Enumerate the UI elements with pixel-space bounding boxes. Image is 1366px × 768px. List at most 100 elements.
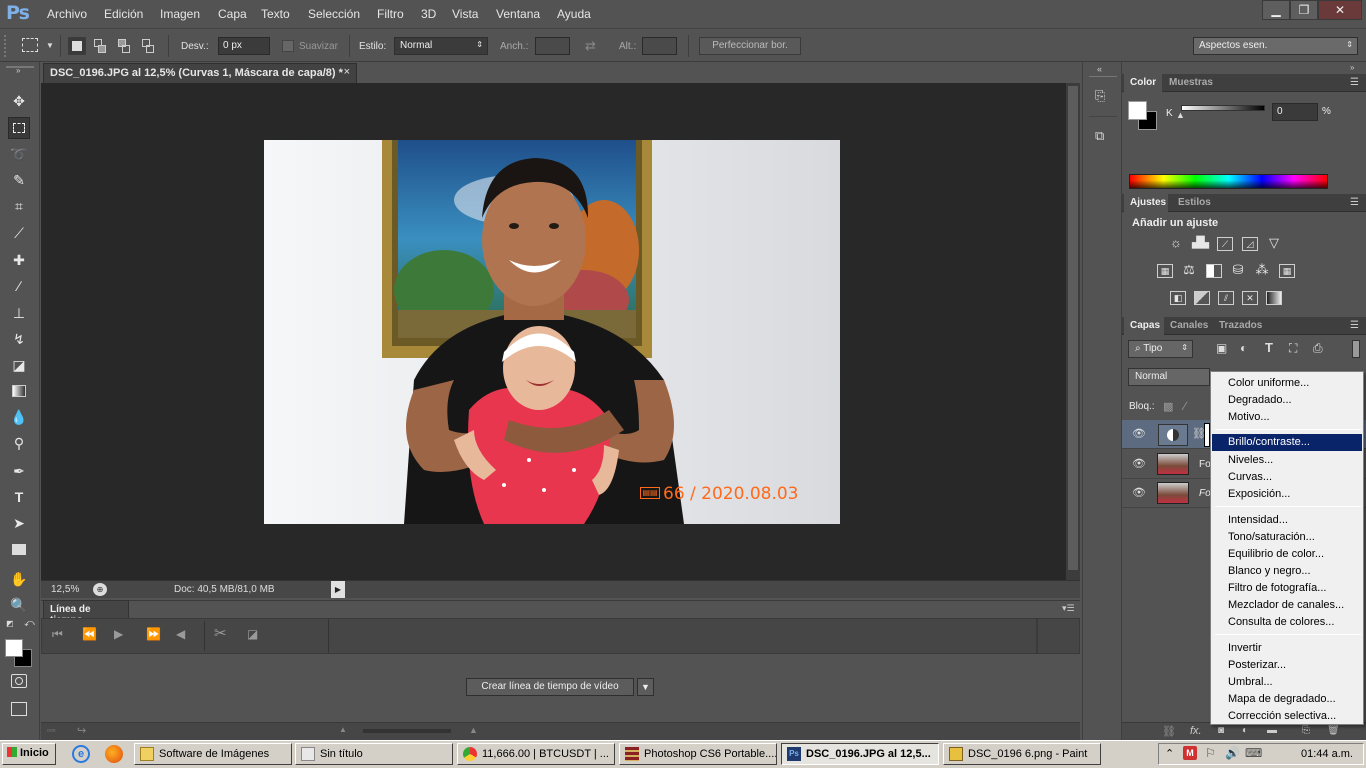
tab-estilos[interactable]: Estilos <box>1178 197 1211 208</box>
menu-item-umbral[interactable]: Umbral... <box>1212 674 1362 691</box>
menu-item-degradado[interactable]: Degradado... <box>1212 392 1362 409</box>
filter-adjustment-layers-icon[interactable]: ◐ <box>1240 341 1247 355</box>
type-tool-icon[interactable]: T <box>8 486 30 508</box>
delete-layer-icon[interactable]: 🗑 <box>1327 725 1340 736</box>
intersect-selection-icon[interactable] <box>140 37 158 55</box>
channel-mixer-adj-icon[interactable]: ⁂ <box>1254 263 1270 278</box>
expand-dock-icon[interactable]: « <box>1097 64 1102 74</box>
create-video-timeline-button[interactable]: Crear línea de tiempo de vídeo <box>466 678 634 696</box>
quick-mask-icon[interactable] <box>11 674 27 688</box>
filter-pixel-layers-icon[interactable]: ▣ <box>1216 341 1227 355</box>
eyedropper-tool-icon[interactable]: ⟋ <box>8 222 30 244</box>
add-mask-icon[interactable]: ◙ <box>1218 725 1224 736</box>
tab-color[interactable]: Color <box>1130 77 1156 88</box>
zoom-in-timeline-icon[interactable]: ▲ <box>469 725 478 735</box>
filter-type-layers-icon[interactable]: T <box>1265 340 1273 355</box>
threshold-adj-icon[interactable]: ⫽ <box>1218 291 1234 305</box>
menu-item-intensidad[interactable]: Intensidad... <box>1212 512 1362 529</box>
minimize-button[interactable]: ▁ <box>1262 0 1290 20</box>
properties-panel-icon[interactable]: ⧉ <box>1095 128 1111 146</box>
layer-filter-select[interactable]: ⌕ Tipo ⇕ <box>1128 340 1193 358</box>
tab-canales[interactable]: Canales <box>1170 320 1208 331</box>
previous-frame-icon[interactable]: ⏪ <box>82 627 97 641</box>
restore-button[interactable]: ❐ <box>1290 0 1318 20</box>
menu-item-blanco-negro[interactable]: Blanco y negro... <box>1212 563 1362 580</box>
layer-name[interactable]: Fo <box>1199 459 1211 470</box>
marquee-tool-icon[interactable] <box>8 117 30 139</box>
timeline-zoom-slider[interactable] <box>363 729 451 733</box>
menu-item-mapa-degradado[interactable]: Mapa de degradado... <box>1212 691 1362 708</box>
status-info-icon[interactable]: ⊕ <box>93 583 107 596</box>
taskbar-item-photoshop-document[interactable]: Ps DSC_0196.JPG al 12,5... <box>781 743 939 765</box>
levels-adj-icon[interactable]: ▟▙ <box>1192 237 1209 251</box>
new-selection-icon[interactable] <box>68 37 86 55</box>
menu-item-invertir[interactable]: Invertir <box>1212 640 1362 657</box>
marquee-preset-icon[interactable] <box>22 38 38 52</box>
menu-ayuda[interactable]: Ayuda <box>557 7 591 21</box>
antivirus-icon[interactable]: M <box>1183 746 1197 760</box>
next-frame-icon[interactable]: ⏩ <box>146 627 161 641</box>
menu-capa[interactable]: Capa <box>218 7 247 21</box>
refine-edge-button[interactable]: Perfeccionar bor. <box>699 37 801 55</box>
screen-mode-icon[interactable] <box>11 702 27 716</box>
feather-input[interactable]: 0 px <box>218 37 270 55</box>
menu-archivo[interactable]: Archivo <box>47 7 87 21</box>
menu-item-filtro-fotografia[interactable]: Filtro de fotografía... <box>1212 580 1362 597</box>
split-scissors-icon[interactable]: ✂ <box>214 624 227 642</box>
invert-adj-icon[interactable]: ◧ <box>1170 291 1186 305</box>
filter-toggle-switch[interactable] <box>1352 340 1360 358</box>
lock-transparent-icon[interactable]: ▩ <box>1163 400 1173 413</box>
k-slider-track[interactable] <box>1181 105 1265 111</box>
dodge-tool-icon[interactable]: ⚲ <box>8 432 30 454</box>
new-adjustment-layer-icon[interactable]: ◐ <box>1242 725 1248 736</box>
taskbar-item-sin-titulo[interactable]: Sin título <box>295 743 453 765</box>
close-tab-icon[interactable]: × <box>344 66 350 78</box>
menu-3d[interactable]: 3D <box>421 7 436 21</box>
width-input[interactable] <box>535 37 570 55</box>
menu-item-mezclador-canales[interactable]: Mezclador de canales... <box>1212 597 1362 614</box>
clock[interactable]: 01:44 a.m. <box>1301 748 1353 760</box>
frame-grid-icon[interactable]: ▫▫▫ <box>47 726 56 735</box>
eraser-tool-icon[interactable]: ◪ <box>8 354 30 376</box>
brush-tool-icon[interactable]: ∕ <box>8 275 30 297</box>
color-foreground-swatch[interactable] <box>1128 101 1147 120</box>
tab-ajustes[interactable]: Ajustes <box>1130 197 1166 208</box>
default-colors-icon[interactable]: ◩ <box>6 619 14 628</box>
tab-muestras[interactable]: Muestras <box>1169 77 1213 88</box>
foreground-color-swatch[interactable] <box>5 639 23 657</box>
history-panel-icon[interactable]: ⎘ <box>1095 88 1111 106</box>
crop-tool-icon[interactable]: ⌗ <box>8 195 30 217</box>
document-tab[interactable]: DSC_0196.JPG al 12,5% (Curvas 1, Máscara… <box>43 63 357 83</box>
swap-arrows-icon[interactable]: ⇄ <box>585 38 596 54</box>
show-hidden-icons-icon[interactable]: ⌃ <box>1165 747 1174 760</box>
menu-filtro[interactable]: Filtro <box>377 7 404 21</box>
menu-item-tono-saturacion[interactable]: Tono/saturación... <box>1212 529 1362 546</box>
style-select[interactable]: Normal ⇕ <box>394 37 488 55</box>
path-selection-tool-icon[interactable]: ➤ <box>8 512 30 534</box>
quick-selection-tool-icon[interactable]: ✎ <box>8 169 30 191</box>
filter-shape-layers-icon[interactable]: ⛶ <box>1289 341 1297 356</box>
workspace-select[interactable]: Aspectos esen. ⇕ <box>1193 37 1358 55</box>
play-icon[interactable]: ▶ <box>114 627 123 641</box>
menu-item-brillo-contraste[interactable]: Brillo/contraste... <box>1212 434 1362 451</box>
blur-tool-icon[interactable]: 💧 <box>8 406 30 428</box>
color-spectrum[interactable] <box>1129 174 1328 189</box>
history-brush-tool-icon[interactable]: ↯ <box>8 328 30 350</box>
menu-imagen[interactable]: Imagen <box>160 7 200 21</box>
color-panel-menu-icon[interactable]: ☰ <box>1350 77 1359 88</box>
start-button[interactable]: Inicio <box>2 743 56 765</box>
photo-filter-adj-icon[interactable]: ⛁ <box>1230 263 1246 278</box>
menu-item-equilibrio-color[interactable]: Equilibrio de color... <box>1212 546 1362 563</box>
taskbar-item-paint[interactable]: DSC_0196 6.png - Paint <box>943 743 1101 765</box>
move-tool-icon[interactable]: ✥ <box>8 90 30 112</box>
timeline-panel-menu-icon[interactable]: ▾☰ <box>1062 603 1075 614</box>
adjustments-panel-menu-icon[interactable]: ☰ <box>1350 197 1359 208</box>
menu-vista[interactable]: Vista <box>452 7 478 21</box>
tab-trazados[interactable]: Trazados <box>1219 320 1262 331</box>
visibility-eye-icon[interactable]: 👁 <box>1132 457 1146 470</box>
close-button[interactable]: ✕ <box>1318 0 1362 20</box>
canvas-scrollbar-thumb[interactable] <box>1068 86 1078 570</box>
collapse-arrows-icon[interactable]: » <box>16 66 20 75</box>
lock-image-icon[interactable]: ∕ <box>1184 399 1186 413</box>
tab-capas[interactable]: Capas <box>1130 320 1160 331</box>
